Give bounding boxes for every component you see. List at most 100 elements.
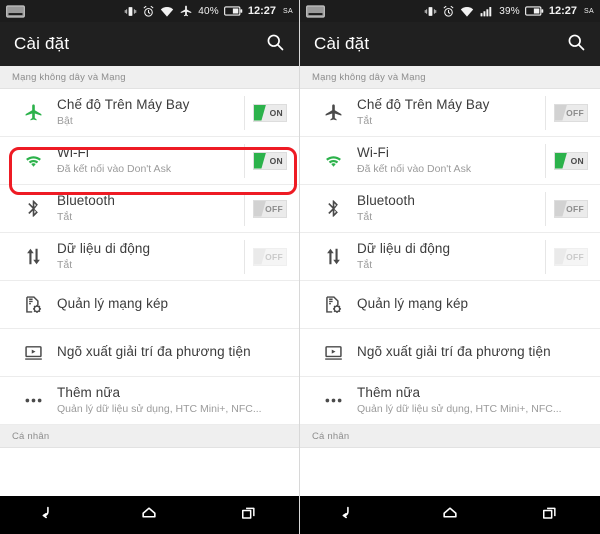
list-item[interactable]: Chế độ Trên Máy Bay Tắt OFF xyxy=(300,89,600,137)
list-item[interactable]: Ngõ xuất giải trí đa phương tiện xyxy=(300,329,600,377)
page-title: Cài đặt xyxy=(314,34,370,53)
bluetooth-icon xyxy=(313,198,353,219)
toggle-label: OFF xyxy=(566,203,584,214)
toggle-switch[interactable]: OFF xyxy=(253,247,287,266)
list-item-title: Dữ liệu di động xyxy=(357,240,451,256)
list-item-title: Chế độ Trên Máy Bay xyxy=(357,96,490,112)
list-item-text: Thêm nữa Quản lý dữ liệu sử dụng, HTC Min… xyxy=(353,385,588,417)
battery-icon xyxy=(524,5,544,17)
toggle-switch[interactable]: OFF xyxy=(554,247,588,266)
list-item[interactable]: Bluetooth Tắt OFF xyxy=(300,185,600,233)
list-item[interactable]: Quản lý mạng kép xyxy=(300,281,600,329)
list-item-accessory: OFF xyxy=(244,239,287,274)
list-item-accessory: ON xyxy=(545,143,588,178)
nav-home-button[interactable] xyxy=(424,496,476,534)
recents-icon xyxy=(239,503,259,528)
list-item[interactable]: Thêm nữa Quản lý dữ liệu sử dụng, HTC Min… xyxy=(300,377,600,425)
toggle-slant xyxy=(555,152,567,169)
list-item[interactable]: Dữ liệu di động Tắt OFF xyxy=(300,233,600,281)
back-icon xyxy=(40,503,60,528)
navigation-bar xyxy=(0,496,299,534)
wifi-icon xyxy=(313,150,353,171)
list-item-text: Wi-Fi Đã kết nối vào Don't Ask xyxy=(53,145,244,177)
status-bar: 39% 12:27 SA xyxy=(300,0,600,22)
home-icon xyxy=(440,503,460,528)
dual-sim-icon xyxy=(13,294,53,315)
more-icon xyxy=(13,390,53,411)
list-item-title: Ngõ xuất giải trí đa phương tiện xyxy=(57,344,251,360)
toggle-switch[interactable]: ON xyxy=(253,151,287,170)
list-item-subtitle: Tắt xyxy=(57,258,73,271)
search-icon xyxy=(265,32,285,57)
list-item[interactable]: Quản lý mạng kép xyxy=(0,281,299,329)
alarm-icon xyxy=(142,5,155,18)
list-item-text: Ngõ xuất giải trí đa phương tiện xyxy=(353,344,588,361)
clock-ampm: SA xyxy=(584,7,594,15)
search-button[interactable] xyxy=(566,32,586,57)
list-item-title: Wi-Fi xyxy=(57,144,89,160)
section-header-wireless: Mạng không dây và Mạng xyxy=(0,66,299,89)
list-item[interactable]: Wi-Fi Đã kết nối vào Don't Ask ON xyxy=(300,137,600,185)
list-item-title: Dữ liệu di động xyxy=(57,240,151,256)
list-item-subtitle: Tắt xyxy=(357,114,373,127)
page-title: Cài đặt xyxy=(14,34,70,53)
list-item-subtitle: Đã kết nối vào Don't Ask xyxy=(57,162,172,175)
toggle-switch[interactable]: OFF xyxy=(554,103,588,122)
nav-back-button[interactable] xyxy=(324,496,376,534)
mobile-data-icon xyxy=(313,246,353,267)
search-button[interactable] xyxy=(265,32,285,57)
list-item[interactable]: Dữ liệu di động Tắt OFF xyxy=(0,233,299,281)
list-item[interactable]: Wi-Fi Đã kết nối vào Don't Ask ON xyxy=(0,137,299,185)
list-item-subtitle: Tắt xyxy=(57,210,73,223)
nav-recents-button[interactable] xyxy=(223,496,275,534)
clock-time: 12:27 xyxy=(247,5,277,17)
media-output-icon xyxy=(13,342,53,363)
phone-screen-right: 39% 12:27 SA Cài đặt Mạng không dây và Mạng C… xyxy=(299,0,600,534)
toggle-label: OFF xyxy=(566,107,584,118)
list-item-title: Bluetooth xyxy=(357,192,415,208)
list-item-text: Quản lý mạng kép xyxy=(353,296,588,313)
action-bar: Cài đặt xyxy=(300,22,600,66)
action-bar: Cài đặt xyxy=(0,22,299,66)
settings-list: Mạng không dây và Mạng Chế độ Trên Máy Ba… xyxy=(300,66,600,496)
nav-back-button[interactable] xyxy=(24,496,76,534)
toggle-switch[interactable]: ON xyxy=(253,103,287,122)
dual-sim-icon xyxy=(313,294,353,315)
list-item-subtitle: Quản lý dữ liệu sử dụng, HTC Mini+, NFC.… xyxy=(357,402,562,415)
clock-time: 12:27 xyxy=(548,5,578,17)
media-output-icon xyxy=(313,342,353,363)
nav-home-button[interactable] xyxy=(123,496,175,534)
toggle-switch[interactable]: ON xyxy=(554,151,588,170)
toggle-switch[interactable]: OFF xyxy=(253,199,287,218)
list-item-accessory: OFF xyxy=(545,95,588,130)
list-item-text: Bluetooth Tắt xyxy=(353,193,545,225)
toggle-label: ON xyxy=(269,107,283,118)
status-bar-left xyxy=(306,4,325,18)
list-item-accessory: OFF xyxy=(244,191,287,226)
list-item-accessory: OFF xyxy=(545,239,588,274)
recents-icon xyxy=(540,503,560,528)
section-header-personal: Cá nhân xyxy=(0,425,299,448)
settings-list: Mạng không dây và Mạng Chế độ Trên Máy Ba… xyxy=(0,66,299,496)
battery-percent: 40% xyxy=(198,5,219,17)
nav-recents-button[interactable] xyxy=(524,496,576,534)
airplane-icon xyxy=(179,4,193,18)
list-item[interactable]: Ngõ xuất giải trí đa phương tiện xyxy=(0,329,299,377)
list-item-subtitle: Bật xyxy=(57,114,73,127)
list-item[interactable]: Chế độ Trên Máy Bay Bật ON xyxy=(0,89,299,137)
toggle-label: OFF xyxy=(265,251,283,262)
mobile-data-icon xyxy=(13,246,53,267)
toggle-switch[interactable]: OFF xyxy=(554,199,588,218)
list-item-title: Bluetooth xyxy=(57,192,115,208)
list-item-subtitle: Tắt xyxy=(357,258,373,271)
more-icon xyxy=(313,390,353,411)
list-item-title: Quản lý mạng kép xyxy=(357,296,469,312)
list-item[interactable]: Bluetooth Tắt OFF xyxy=(0,185,299,233)
list-item-subtitle: Tắt xyxy=(357,210,373,223)
home-icon xyxy=(139,503,159,528)
status-bar-right: 39% 12:27 SA xyxy=(424,5,594,18)
status-bar: 40% 12:27 SA xyxy=(0,0,299,22)
list-item-text: Dữ liệu di động Tắt xyxy=(353,241,545,273)
toggle-label: OFF xyxy=(566,251,584,262)
list-item[interactable]: Thêm nữa Quản lý dữ liệu sử dụng, HTC Min… xyxy=(0,377,299,425)
